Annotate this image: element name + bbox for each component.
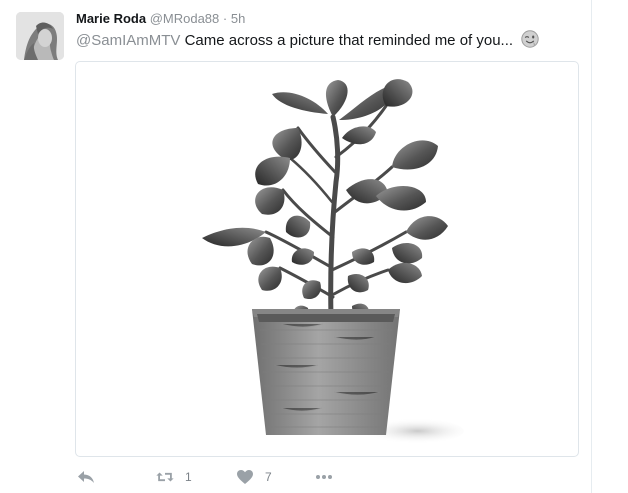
more-button[interactable] (314, 467, 334, 487)
timeline-page: Marie Roda @MRoda88 · 5h @SamIAmMTV Came… (0, 0, 628, 493)
more-dots-icon (316, 475, 332, 479)
header-separator: · (222, 11, 228, 26)
heart-icon (237, 470, 253, 484)
tweet-body: Came across a picture that reminded me o… (180, 32, 514, 49)
tweet-header: Marie Roda @MRoda88 · 5h (76, 11, 245, 27)
like-count: 7 (265, 470, 272, 484)
retweet-count: 1 (185, 470, 192, 484)
tweet-text: @SamIAmMTV Came across a picture that re… (76, 30, 576, 51)
profile-photo-icon (16, 12, 64, 60)
retweet-button[interactable]: 1 (155, 467, 192, 487)
reply-button[interactable] (76, 467, 96, 487)
like-button[interactable]: 7 (235, 467, 272, 487)
potted-plant-image (202, 79, 464, 444)
tweet-card[interactable]: Marie Roda @MRoda88 · 5h @SamIAmMTV Came… (0, 0, 592, 493)
mention-link[interactable]: @SamIAmMTV (76, 32, 180, 49)
pot (252, 309, 400, 435)
reply-icon (78, 471, 94, 483)
retweet-icon (156, 472, 174, 482)
plant-leaves (202, 79, 448, 320)
wink-face-icon (521, 30, 539, 48)
user-handle[interactable]: @MRoda88 (150, 11, 220, 26)
tweet-actions: 1 7 (76, 467, 396, 487)
display-name[interactable]: Marie Roda (76, 11, 146, 26)
avatar[interactable] (16, 12, 64, 60)
tweet-timestamp[interactable]: 5h (231, 11, 245, 26)
media-card[interactable] (75, 61, 579, 457)
